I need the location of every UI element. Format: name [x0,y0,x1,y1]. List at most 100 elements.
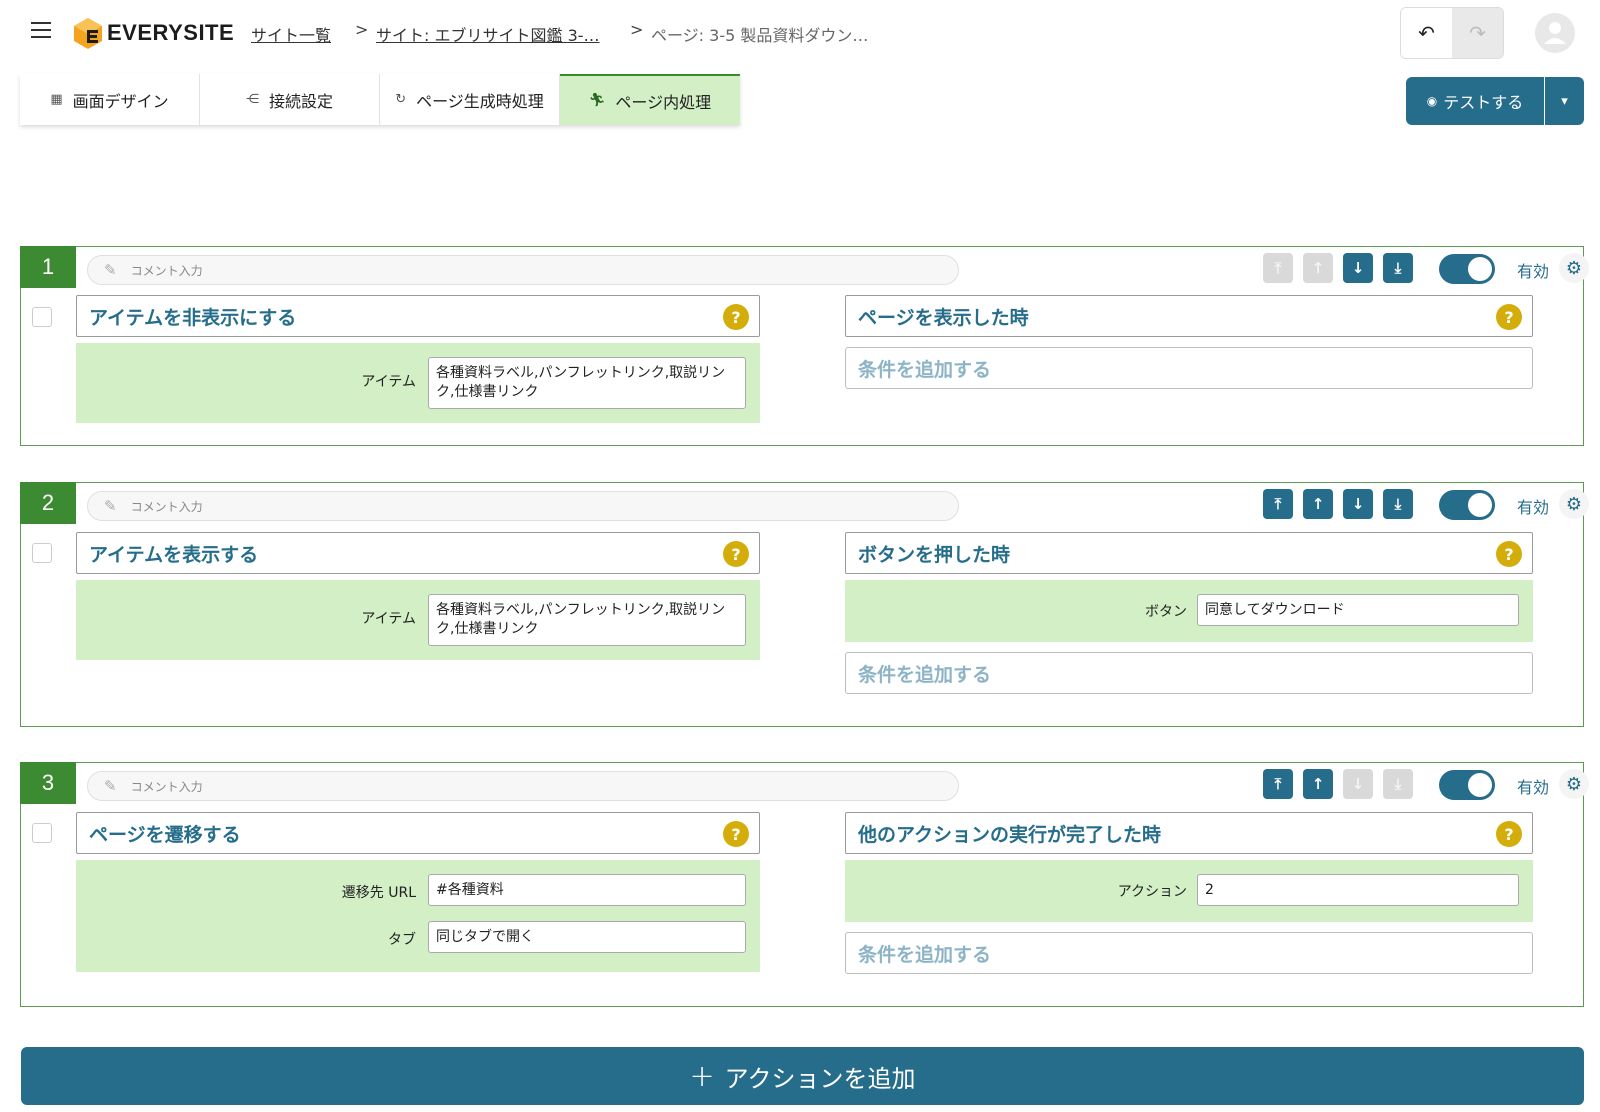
param-label: アイテム [361,374,416,390]
action-checkbox[interactable] [32,543,52,563]
move-up-button[interactable]: ↑ [1303,253,1333,283]
arrow-to-bottom-icon: ⤓ [1394,495,1402,513]
move-top-button[interactable]: ⤒ [1263,769,1293,799]
action-checkbox[interactable] [32,823,52,843]
item-select[interactable]: 各種資料ラベル,パンフレットリンク,取説リンク,仕様書リンク [428,594,746,646]
url-input[interactable]: #各種資料 [428,874,746,906]
move-up-button[interactable]: ↑ [1303,769,1333,799]
action-type-select[interactable]: アイテムを表示する ? [76,532,760,574]
user-icon [1544,22,1566,44]
runner-icon: 🏃︎ [588,93,606,108]
trigger-params: ボタン 同意してダウンロード [845,580,1533,642]
add-condition-button[interactable]: 条件を追加する [845,347,1533,389]
help-icon[interactable]: ? [723,304,749,330]
undo-button[interactable]: ↶ [1401,8,1452,58]
help-icon[interactable]: ? [1496,821,1522,847]
tab-connection-settings[interactable]: ⋲ 接続設定 [200,74,380,125]
enabled-toggle[interactable] [1439,770,1495,800]
arrow-up-icon: ↑ [1311,495,1325,513]
arrow-to-top-icon: ⤒ [1274,495,1282,513]
header: EVERYSITE サイト一覧 > サイト: エブリサイト図鑑 3-… > ペー… [0,0,1600,66]
button-select[interactable]: 同意してダウンロード [1197,594,1519,626]
enabled-toggle[interactable] [1439,490,1495,520]
order-controls: ⤒ ↑ ↓ ⤓ [1263,769,1413,799]
redo-button[interactable]: ↷ [1452,8,1503,58]
trigger-type-select[interactable]: 他のアクションの実行が完了した時 ? [845,812,1533,854]
arrow-to-top-icon: ⤒ [1274,775,1282,793]
action-title: アイテムを表示する [89,543,259,566]
trigger-type-select[interactable]: ページを表示した時 ? [845,295,1533,337]
tab-page-generation[interactable]: ↻ ページ生成時処理 [380,74,560,125]
arrow-up-icon: ↑ [1311,259,1325,277]
action-card: 3 ✎ コメント入力 ⤒ ↑ ↓ ⤓ 有効 ⚙ ページを遷移する ? 遷移先 U… [20,762,1589,1007]
help-icon[interactable]: ? [723,541,749,567]
trigger-params: アクション 2 [845,860,1533,922]
tab-label: ページ内処理 [615,92,712,112]
action-params: アイテム 各種資料ラベル,パンフレットリンク,取説リンク,仕様書リンク [76,580,760,660]
move-down-button[interactable]: ↓ [1343,769,1373,799]
gear-icon[interactable]: ⚙ [1559,769,1589,799]
item-select[interactable]: 各種資料ラベル,パンフレットリンク,取説リンク,仕様書リンク [428,357,746,409]
pencil-icon: ✎ [104,261,117,279]
action-card: 2 ✎ コメント入力 ⤒ ↑ ↓ ⤓ 有効 ⚙ アイテムを表示する ? アイテム… [20,482,1589,727]
move-down-button[interactable]: ↓ [1343,489,1373,519]
move-down-button[interactable]: ↓ [1343,253,1373,283]
breadcrumb-site[interactable]: サイト: エブリサイト図鑑 3-… [376,22,600,46]
arrow-down-icon: ↓ [1351,495,1365,513]
move-bottom-button[interactable]: ⤓ [1383,253,1413,283]
gear-icon[interactable]: ⚙ [1559,489,1589,519]
breadcrumb-site-list[interactable]: サイト一覧 [251,22,331,46]
menu-icon[interactable] [31,20,53,40]
breadcrumb-separator: > [630,20,644,39]
help-icon[interactable]: ? [723,821,749,847]
move-bottom-button[interactable]: ⤓ [1383,489,1413,519]
arrow-to-bottom-icon: ⤓ [1394,775,1402,793]
enabled-label: 有効 [1517,262,1550,281]
test-dropdown-button[interactable]: ▾ [1545,77,1584,125]
arrow-down-icon: ↓ [1351,775,1365,793]
tab-label: ページ生成時処理 [416,91,544,111]
tab-bar: ▦ 画面デザイン ⋲ 接続設定 ↻ ページ生成時処理 🏃︎ ページ内処理 [20,74,740,125]
logo[interactable]: EVERYSITE [74,16,234,50]
comment-input[interactable]: ✎ コメント入力 [87,491,959,521]
action-checkbox[interactable] [32,307,52,327]
add-action-button[interactable]: + アクションを追加 [21,1047,1584,1105]
test-button[interactable]: ◉ テストする [1406,77,1544,125]
help-icon[interactable]: ? [1496,304,1522,330]
move-bottom-button[interactable]: ⤓ [1383,769,1413,799]
plus-icon: + [689,1058,715,1094]
undo-icon: ↶ [1418,21,1435,45]
arrow-up-icon: ↑ [1311,775,1325,793]
undo-redo-group: ↶ ↷ [1400,7,1504,59]
move-top-button[interactable]: ⤒ [1263,489,1293,519]
tab-label: 画面デザイン [72,91,169,111]
trigger-title: ボタンを押した時 [858,543,1011,566]
trigger-type-select[interactable]: ボタンを押した時 ? [845,532,1533,574]
user-avatar[interactable] [1535,13,1575,53]
help-icon[interactable]: ? [1496,541,1522,567]
action-select[interactable]: 2 [1197,874,1519,906]
add-condition-button[interactable]: 条件を追加する [845,932,1533,974]
network-icon: ⋲ [245,92,259,107]
gear-icon[interactable]: ⚙ [1559,253,1589,283]
order-controls: ⤒ ↑ ↓ ⤓ [1263,253,1413,283]
comment-placeholder: コメント入力 [130,263,203,278]
move-up-button[interactable]: ↑ [1303,489,1333,519]
breadcrumb-separator: > [355,20,369,39]
action-type-select[interactable]: アイテムを非表示にする ? [76,295,760,337]
param-label: 遷移先 URL [341,885,416,901]
add-condition-button[interactable]: 条件を追加する [845,652,1533,694]
comment-input[interactable]: ✎ コメント入力 [87,771,959,801]
tab-select[interactable]: 同じタブで開く [428,921,746,953]
enabled-toggle[interactable] [1439,254,1495,284]
pencil-icon: ✎ [104,497,117,515]
action-number: 1 [20,246,76,288]
tab-in-page-processing[interactable]: 🏃︎ ページ内処理 [560,74,740,125]
action-type-select[interactable]: ページを遷移する ? [76,812,760,854]
action-number: 3 [20,762,76,804]
tab-screen-design[interactable]: ▦ 画面デザイン [20,74,200,125]
comment-input[interactable]: ✎ コメント入力 [87,255,959,285]
move-top-button[interactable]: ⤒ [1263,253,1293,283]
arrow-down-icon: ↓ [1351,259,1365,277]
action-number: 2 [20,482,76,524]
